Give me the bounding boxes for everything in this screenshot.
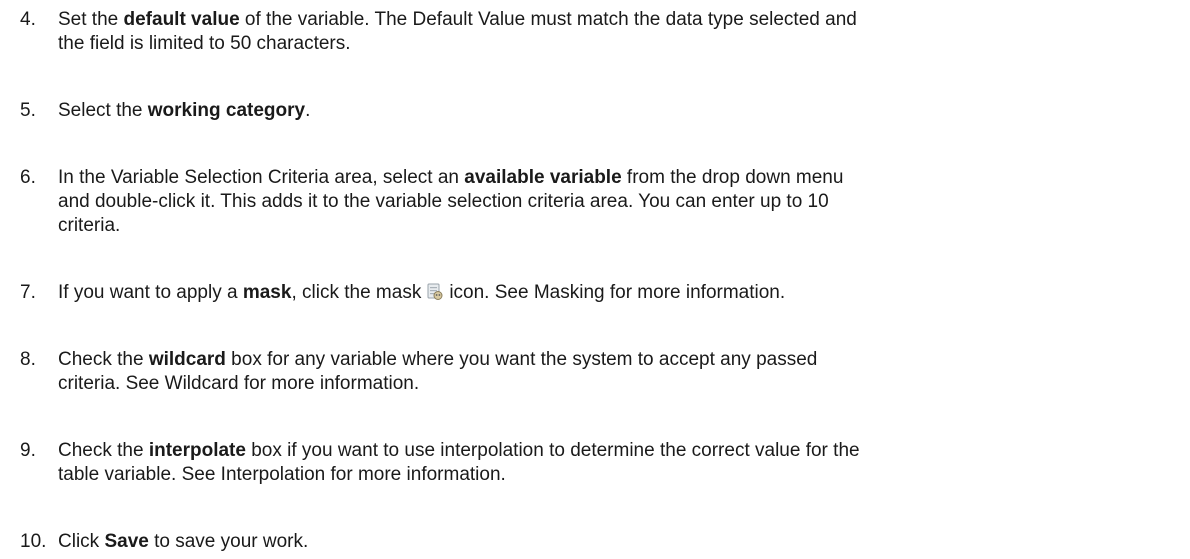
step-text: Set the default value of the variable. T… — [58, 8, 1186, 56]
text-segment: box if you want to use interpolation to … — [245, 440, 860, 461]
text-line: the field is limited to 50 characters. — [58, 33, 351, 54]
text-segment: . — [305, 100, 311, 121]
step-number: 7. — [20, 282, 36, 303]
step-number: 4. — [20, 9, 36, 30]
step-text: If you want to apply a mask, click the m… — [58, 281, 1186, 305]
text-line: criteria. See Wildcard for more informat… — [58, 373, 420, 394]
text-segment: Select the — [58, 100, 148, 121]
step-text: Click Save to save your work. — [58, 530, 1186, 554]
bold-term: wildcard — [148, 349, 226, 370]
step-text: Check the wildcard box for any variable … — [58, 348, 1186, 396]
text-segment: to save your work. — [148, 531, 309, 552]
text-segment: Check the — [58, 349, 149, 370]
step-number: 6. — [20, 167, 36, 188]
text-segment: from the drop down menu — [621, 167, 844, 188]
text-segment: box for any variable where you want the … — [225, 349, 818, 370]
text-segment: icon. See Masking for more information. — [449, 282, 786, 303]
bold-term: available variable — [464, 167, 622, 188]
step-text: Check the interpolate box if you want to… — [58, 439, 1186, 487]
text-segment: Click — [58, 531, 105, 552]
text-line: table variable. See Interpolation for mo… — [58, 464, 506, 485]
step-number: 9. — [20, 440, 36, 461]
text-segment: If you want to apply a — [58, 282, 243, 303]
bold-term: mask — [242, 282, 292, 303]
text-segment: In the Variable Selection Criteria area,… — [58, 167, 465, 188]
bold-term: interpolate — [148, 440, 246, 461]
step-number: 5. — [20, 100, 36, 121]
text-line: criteria. — [58, 215, 121, 236]
text-line: and double-click it. This adds it to the… — [58, 191, 829, 212]
bold-term: Save — [104, 531, 149, 552]
step-text: Select the working category. — [58, 99, 1186, 123]
text-segment: Set the — [58, 9, 124, 30]
bold-term: default value — [123, 9, 240, 30]
mask-icon — [425, 282, 445, 302]
bold-term: working category — [147, 100, 306, 121]
step-number: 10. — [20, 531, 47, 552]
step-number: 8. — [20, 349, 36, 370]
text-segment: , click the mask — [291, 282, 422, 303]
text-segment: Check the — [58, 440, 149, 461]
text-segment: of the variable. The Default Value must … — [239, 9, 857, 30]
step-text: In the Variable Selection Criteria area,… — [58, 166, 1186, 238]
